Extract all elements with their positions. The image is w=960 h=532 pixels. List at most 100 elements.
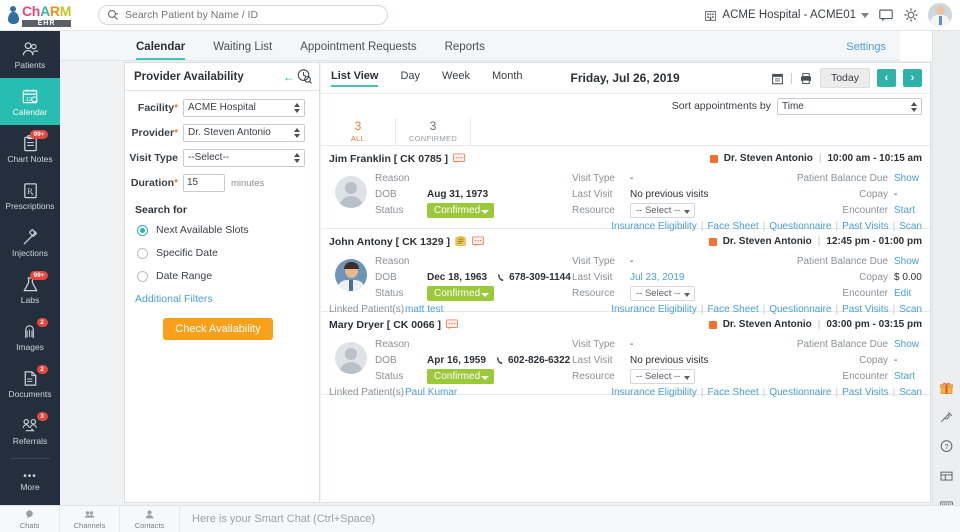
radio-label: Date Range bbox=[156, 270, 212, 282]
facility-selector[interactable]: ACME Hospital - ACME01 bbox=[704, 9, 869, 22]
encounter-action[interactable]: Start bbox=[894, 205, 922, 216]
link-insurance-eligibility[interactable]: Insurance Eligibility bbox=[611, 387, 697, 398]
view-tab-month[interactable]: Month bbox=[492, 70, 523, 86]
balance-due-value[interactable]: Show bbox=[894, 173, 922, 184]
last-visit-value[interactable]: Jul 23, 2019 bbox=[630, 272, 685, 283]
patient-name[interactable]: John Antony [ CK 1329 ] bbox=[329, 236, 450, 248]
toolbar-divider bbox=[791, 73, 792, 84]
visit-type-select[interactable]: --Select-- bbox=[183, 149, 305, 167]
next-day-button[interactable]: › bbox=[903, 69, 922, 87]
balance-due-value[interactable]: Show bbox=[894, 339, 922, 350]
tab-reports[interactable]: Reports bbox=[431, 41, 499, 60]
count-tab-all[interactable]: 3 ALL bbox=[321, 118, 396, 145]
sidebar-item-images[interactable]: 2 Images bbox=[0, 313, 60, 360]
prescriptions-icon: R x bbox=[21, 181, 40, 200]
charm-logo[interactable]: ChARM EHR bbox=[0, 0, 98, 31]
field-key: Visit Type bbox=[572, 256, 630, 267]
sidebar-item-documents[interactable]: 2 Documents bbox=[0, 360, 60, 407]
check-availability-button[interactable]: Check Availability bbox=[163, 318, 272, 340]
sidebar-item-label: Images bbox=[16, 343, 44, 352]
view-tab-week[interactable]: Week bbox=[442, 70, 470, 86]
status-badge[interactable]: Confirmed bbox=[427, 203, 494, 218]
user-avatar[interactable] bbox=[928, 3, 952, 27]
print-icon[interactable] bbox=[799, 72, 813, 85]
sidebar-item-labs[interactable]: 99+ Labs bbox=[0, 266, 60, 313]
sidebar-item-injections[interactable]: Injections bbox=[0, 219, 60, 266]
duration-input[interactable]: 15 bbox=[183, 174, 225, 192]
radio-icon bbox=[137, 248, 148, 259]
chat-bubble-icon[interactable] bbox=[453, 153, 465, 164]
bottom-tab-channels[interactable]: Channels bbox=[60, 506, 120, 532]
tab-waiting-list[interactable]: Waiting List bbox=[199, 41, 286, 60]
field-key: Encounter bbox=[842, 371, 888, 382]
status-badge[interactable]: Confirmed bbox=[427, 369, 494, 384]
linked-patients-value[interactable]: Paul Kumar bbox=[405, 387, 457, 398]
radio-specific-date[interactable]: Specific Date bbox=[137, 247, 311, 259]
count-tab-confirmed[interactable]: 3 CONFIRMED bbox=[396, 118, 471, 145]
field-reason: Reason bbox=[375, 253, 572, 269]
field-key: Visit Type bbox=[572, 173, 630, 184]
sidebar-item-chart-notes[interactable]: 99+ Chart Notes bbox=[0, 125, 60, 172]
calendar-picker-icon[interactable] bbox=[771, 72, 784, 85]
resource-select[interactable]: -- Select -- bbox=[630, 203, 695, 218]
sort-select[interactable]: Time bbox=[777, 98, 922, 115]
encounter-action[interactable]: Start bbox=[894, 371, 922, 382]
sidebar-item-referrals[interactable]: 3 Referrals bbox=[0, 407, 60, 454]
facility-select[interactable]: ACME Hospital bbox=[183, 99, 305, 117]
bottom-tab-chats[interactable]: Chats bbox=[0, 506, 60, 532]
field-encounter: Encounter Edit bbox=[772, 285, 922, 301]
bottom-tab-contacts[interactable]: Contacts bbox=[120, 506, 180, 532]
tab-appointment-requests[interactable]: Appointment Requests bbox=[286, 41, 430, 60]
link-face-sheet[interactable]: Face Sheet bbox=[707, 387, 758, 398]
search-input[interactable] bbox=[125, 9, 379, 21]
left-sidebar: Patients 12 Calendar bbox=[0, 31, 60, 512]
view-tab-day[interactable]: Day bbox=[400, 70, 420, 86]
link-scan[interactable]: Scan bbox=[899, 387, 922, 398]
gift-icon[interactable] bbox=[938, 381, 955, 395]
tab-calendar[interactable]: Calendar bbox=[122, 41, 199, 60]
notes-icon[interactable] bbox=[455, 236, 467, 247]
appointment-row[interactable]: Mary Dryer [ CK 0066 ] Dr. Steven Antoni… bbox=[321, 312, 930, 395]
link-questionnaire[interactable]: Questionnaire bbox=[769, 387, 831, 398]
help-icon[interactable]: ? bbox=[938, 439, 955, 453]
prev-day-button[interactable]: ‹ bbox=[877, 69, 896, 87]
appointment-row[interactable]: Jim Franklin [ CK 0785 ] Dr. Steven Anto… bbox=[321, 146, 930, 229]
chat-bubble-icon[interactable] bbox=[472, 236, 484, 247]
patient-name[interactable]: Jim Franklin [ CK 0785 ] bbox=[329, 153, 448, 165]
radio-next-available-slots[interactable]: Next Available Slots bbox=[137, 224, 311, 236]
avatar bbox=[335, 176, 367, 208]
link-past-visits[interactable]: Past Visits bbox=[842, 387, 889, 398]
layout-icon[interactable] bbox=[938, 469, 955, 483]
sidebar-item-prescriptions[interactable]: R x Prescriptions bbox=[0, 172, 60, 219]
smart-chat-input[interactable]: Here is your Smart Chat (Ctrl+Space) bbox=[180, 513, 960, 525]
sidebar-badge: 2 bbox=[37, 365, 48, 374]
back-arrow-icon[interactable]: ← bbox=[283, 71, 295, 83]
resource-select[interactable]: -- Select -- bbox=[630, 286, 695, 301]
field-key: Patient Balance Due bbox=[797, 173, 888, 184]
provider-select[interactable]: Dr. Steven Antonio bbox=[183, 124, 305, 142]
radio-date-range[interactable]: Date Range bbox=[137, 270, 311, 282]
balance-due-value[interactable]: Show bbox=[894, 256, 922, 267]
today-button[interactable]: Today bbox=[820, 68, 870, 88]
chat-icon[interactable] bbox=[878, 7, 894, 23]
resource-select[interactable]: -- Select -- bbox=[630, 369, 695, 384]
status-badge[interactable]: Confirmed bbox=[427, 286, 494, 301]
additional-filters-link[interactable]: Additional Filters bbox=[135, 293, 311, 305]
encounter-action[interactable]: Edit bbox=[894, 288, 922, 299]
field-key: Resource bbox=[572, 288, 630, 299]
patient-search-box[interactable] bbox=[98, 5, 388, 25]
sidebar-item-more[interactable]: ••• More bbox=[0, 463, 60, 503]
charm-logo-drop-icon bbox=[8, 6, 19, 24]
settings-link[interactable]: Settings bbox=[846, 41, 900, 60]
clock-search-icon[interactable] bbox=[296, 68, 313, 85]
documents-icon: 2 bbox=[21, 369, 40, 388]
field-label: Provider* bbox=[125, 127, 183, 139]
sidebar-item-calendar[interactable]: 12 Calendar bbox=[0, 78, 60, 125]
view-tab-list-view[interactable]: List View bbox=[331, 70, 378, 86]
patient-name[interactable]: Mary Dryer [ CK 0066 ] bbox=[329, 319, 441, 331]
plug-icon[interactable] bbox=[938, 410, 955, 424]
chat-bubble-icon[interactable] bbox=[446, 319, 458, 330]
appointment-row[interactable]: John Antony [ CK 1329 ] bbox=[321, 229, 930, 312]
sidebar-item-patients[interactable]: Patients bbox=[0, 31, 60, 78]
gear-icon[interactable] bbox=[903, 7, 919, 23]
